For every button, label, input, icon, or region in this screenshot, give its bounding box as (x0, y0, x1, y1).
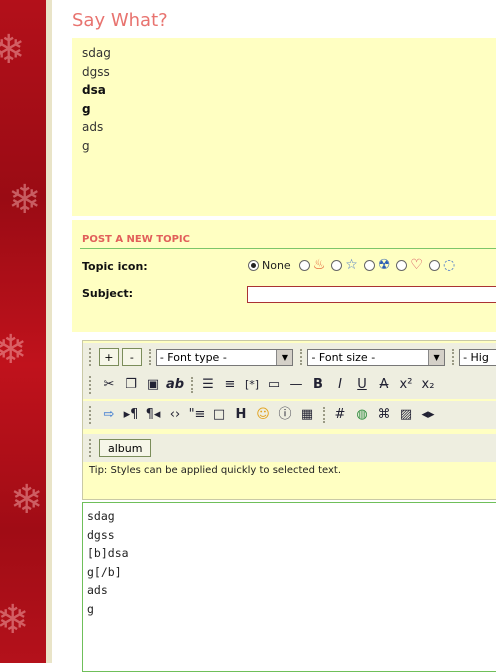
quote-icon[interactable]: "≡ (187, 405, 207, 425)
rtl-icon[interactable]: ¶◂ (143, 405, 163, 425)
topic-icon-radio-speech[interactable] (428, 259, 440, 271)
form-heading: POST A NEW TOPIC (82, 234, 190, 245)
dropdown-arrow-icon[interactable]: ▼ (428, 349, 445, 365)
topic-icon-options: None ♨ ☆ ☢ ♡ ◌ (248, 258, 461, 272)
toolbar-grip (89, 439, 95, 457)
snowflake-icon: ❄ (8, 177, 42, 223)
font-type-select[interactable]: - Font type - ▼ (155, 348, 294, 366)
toolbar-row-insert: ⇨ ▸¶ ¶◂ ‹› "≡ □ H ☺ ⓘ ▦ # ◍ ⌘ ▨ ◂▸ (83, 401, 496, 429)
subject-label: Subject: (82, 287, 134, 300)
box-icon[interactable]: □ (209, 405, 229, 425)
toolbar-grip (89, 406, 95, 424)
italic-icon[interactable]: I (330, 375, 350, 395)
preview-line: g (82, 138, 90, 153)
editor-tip: Tip: Styles can be applied quickly to se… (89, 465, 342, 476)
hash-icon[interactable]: # (330, 405, 350, 425)
web-link-icon[interactable]: ◍ (352, 405, 372, 425)
highlight-select[interactable]: - Hig (459, 348, 496, 366)
topic-icon-none-label: None (262, 258, 291, 272)
table-icon[interactable]: ▭ (264, 375, 284, 395)
toolbar-separator (191, 377, 194, 393)
toolbar-row-album: album (83, 434, 496, 462)
snowflake-icon: ❄ (0, 327, 28, 373)
ltr-icon[interactable]: ▸¶ (121, 405, 141, 425)
toolbar-separator (323, 407, 326, 423)
dropdown-arrow-icon[interactable]: ▼ (276, 349, 293, 365)
star-icon: ☆ (345, 257, 358, 273)
heart-icon: ♡ (410, 257, 423, 273)
flame-icon: ♨ (312, 257, 326, 273)
toolbar-row-formatting: ✂ ❐ ▣ ab ☰ ≡ [*] ▭ — B I U A x² x₂ (83, 371, 496, 399)
preview-line: sdag (82, 46, 111, 60)
superscript-icon[interactable]: x² (396, 375, 416, 395)
numbered-list-icon[interactable]: ≡ (220, 375, 240, 395)
subject-input[interactable] (247, 286, 496, 303)
image-icon[interactable]: ▨ (396, 405, 416, 425)
subscript-icon[interactable]: x₂ (418, 375, 438, 395)
preview-line: ads (82, 120, 104, 134)
switch-mode-icon[interactable]: ⇨ (99, 405, 119, 425)
editor-toolbar-panel: + - - Font type - ▼ - Font size - ▼ - Hi… (82, 340, 496, 500)
preview-line: dgss (82, 64, 110, 79)
paste-icon[interactable]: ▣ (143, 375, 163, 395)
bullet-list-icon[interactable]: ☰ (198, 375, 218, 395)
speech-bubble-icon: ◌ (442, 257, 456, 273)
album-button[interactable]: album (99, 439, 152, 457)
decorative-sidebar: ❄ ❄ ❄ ❄ ❄ (0, 0, 46, 663)
highlight-value: - Hig (463, 350, 489, 364)
topic-icon-label: Topic icon: (82, 260, 148, 273)
code-icon[interactable]: ‹› (165, 405, 185, 425)
toolbar-separator (452, 349, 455, 365)
info-icon[interactable]: ⓘ (275, 405, 295, 425)
copy-icon[interactable]: ❐ (121, 375, 141, 395)
page-title: Say What? (72, 10, 168, 31)
grid-icon[interactable]: ▦ (297, 405, 317, 425)
post-preview: sdag dgss dsa g ads g (72, 38, 496, 216)
toolbar-separator (300, 349, 303, 365)
increase-button[interactable]: + (98, 348, 119, 366)
attachment-icon[interactable]: ⌘ (374, 405, 394, 425)
cut-icon[interactable]: ✂ (99, 375, 119, 395)
topic-icon-radio-radioactive[interactable] (363, 259, 375, 271)
embed-icon[interactable]: ◂▸ (418, 405, 438, 425)
heading-divider (80, 248, 496, 249)
topic-icon-radio-star[interactable] (331, 259, 343, 271)
font-size-value: - Font size - (311, 350, 376, 364)
main-content: Say What? sdag dgss dsa g ads g POST A N… (52, 0, 496, 672)
smiley-icon[interactable]: ☺ (253, 405, 273, 425)
radioactive-icon: ☢ (377, 257, 391, 273)
toolbar-grip (89, 348, 95, 366)
toolbar-grip (89, 376, 95, 394)
bold-icon[interactable]: B (308, 375, 328, 395)
underline-icon[interactable]: U (352, 375, 372, 395)
post-form: POST A NEW TOPIC Topic icon: None ♨ ☆ ☢ … (72, 220, 496, 332)
font-type-value: - Font type - (159, 350, 227, 364)
preview-line: dsa (82, 83, 106, 97)
toolbar-separator (148, 349, 152, 365)
strikethrough-icon[interactable]: A (374, 375, 394, 395)
horizontal-rule-icon[interactable]: — (286, 375, 306, 395)
font-size-select[interactable]: - Font size - ▼ (307, 348, 446, 366)
toolbar-row-fonts: + - - Font type - ▼ - Font size - ▼ - Hi… (83, 343, 496, 371)
spellcheck-icon[interactable]: ab (165, 375, 185, 395)
message-textarea[interactable]: sdag dgss [b]dsa g[/b] ads g (82, 502, 496, 672)
decrease-button[interactable]: - (121, 348, 142, 366)
topic-icon-radio-heart[interactable] (396, 259, 408, 271)
snowflake-icon: ❄ (0, 597, 30, 643)
topic-icon-radio-none[interactable] (248, 259, 259, 271)
list-item-icon[interactable]: [*] (242, 375, 262, 395)
heading-icon[interactable]: H (231, 405, 251, 425)
preview-line: g (82, 101, 91, 116)
topic-icon-radio-flame[interactable] (298, 259, 310, 271)
snowflake-icon: ❄ (0, 27, 26, 73)
snowflake-icon: ❄ (10, 477, 44, 523)
